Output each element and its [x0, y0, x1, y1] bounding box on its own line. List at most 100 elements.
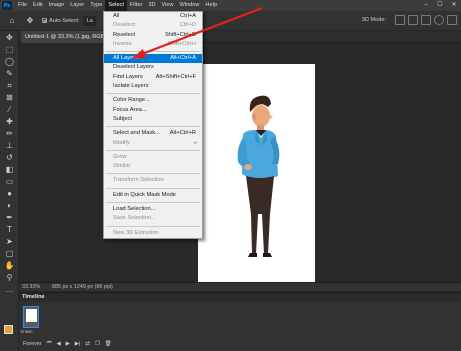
checkbox-box[interactable]: [42, 18, 47, 23]
menu-separator: [106, 93, 200, 95]
document-canvas[interactable]: [198, 64, 315, 283]
menu-item-label: Focus Area...: [113, 106, 147, 113]
lasso-tool-icon[interactable]: ◯: [4, 57, 15, 66]
eyedropper-tool-icon[interactable]: ⁄: [4, 105, 15, 114]
menu-item-label: Grow: [113, 153, 127, 160]
roll-3d-icon[interactable]: [408, 15, 418, 25]
dodge-tool-icon[interactable]: ◐: [4, 201, 15, 210]
menu-item-all-layers[interactable]: All Layers Alt+Ctrl+A: [104, 54, 202, 64]
search-icon[interactable]: [434, 15, 444, 25]
timeline-controls: Forever ⏮ ◀ ▶ ▶| ⇄ ❐ 🗑: [23, 340, 117, 347]
menu-item-deselect-layers[interactable]: Deselect Layers: [104, 63, 202, 72]
brush-tool-icon[interactable]: ✏: [4, 129, 15, 138]
blur-tool-icon[interactable]: ●: [4, 189, 15, 198]
document-info[interactable]: 885 px x 1249 px (96 ppi): [52, 284, 113, 290]
loop-select[interactable]: Forever: [23, 341, 42, 347]
more-tools-icon[interactable]: …: [4, 285, 15, 294]
menu-item-label: New 3D Extrusion: [113, 229, 159, 236]
options-bar: ⌂ ✥ Auto-Select: La 3D Mode:: [0, 11, 461, 31]
menu-item-label: Select and Mask...: [113, 130, 160, 137]
menu-edit[interactable]: Edit: [30, 0, 46, 11]
menu-item-label: Deselect: [113, 22, 136, 29]
gradient-tool-icon[interactable]: ▭: [4, 177, 15, 186]
tween-icon[interactable]: ⇄: [85, 341, 90, 347]
duplicate-frame-icon[interactable]: ❐: [95, 341, 100, 347]
pen-tool-icon[interactable]: ✒: [4, 213, 15, 222]
eraser-tool-icon[interactable]: ◧: [4, 165, 15, 174]
shape-tool-icon[interactable]: ▢: [4, 249, 15, 258]
menu-help[interactable]: Help: [202, 0, 220, 11]
menu-item-shortcut: Alt+Ctrl+A: [170, 55, 196, 62]
zoom-level[interactable]: 33.33%: [22, 284, 52, 290]
menu-item-shortcut: Shift+Ctrl+I: [167, 40, 196, 47]
history-brush-tool-icon[interactable]: ↺: [4, 153, 15, 162]
crop-tool-icon[interactable]: ⌗: [4, 81, 15, 90]
zoom-tool-icon[interactable]: ⚲: [4, 273, 15, 282]
foreground-color-swatch[interactable]: [4, 325, 13, 334]
menu-item-focus-area[interactable]: Focus Area...: [104, 106, 202, 115]
menu-separator: [106, 126, 200, 128]
auto-select-label: Auto-Select:: [49, 17, 80, 24]
menu-item-isolate-layers[interactable]: Isolate Layers: [104, 82, 202, 91]
play-icon[interactable]: ▶: [66, 341, 70, 347]
marquee-tool-icon[interactable]: ⬚: [4, 45, 15, 54]
menu-item-edit-in-quick-mask-mode[interactable]: Edit in Quick Mask Mode: [104, 191, 202, 200]
menu-window[interactable]: Window: [177, 0, 203, 11]
orbit-3d-icon[interactable]: [395, 15, 405, 25]
menu-item-all[interactable]: All Ctrl+A: [104, 12, 202, 21]
minimize-button[interactable]: –: [419, 0, 433, 11]
menu-view[interactable]: View: [158, 0, 176, 11]
menu-item-label: Transform Selection: [113, 177, 164, 184]
menu-layer[interactable]: Layer: [67, 0, 87, 11]
path-selection-tool-icon[interactable]: ➤: [4, 237, 15, 246]
menu-item-color-range[interactable]: Color Range...: [104, 96, 202, 105]
status-bar: 33.33% 885 px x 1249 px (96 ppi): [19, 282, 461, 291]
document-tab-bar: Untitled-1 @ 33.3% (1.jpg, RGB: [19, 31, 461, 43]
timeline-title[interactable]: Timeline: [19, 293, 461, 302]
home-icon[interactable]: ⌂: [6, 15, 18, 27]
move-tool-icon[interactable]: ✥: [24, 15, 36, 27]
menu-separator: [106, 225, 200, 227]
menu-item-load-selection[interactable]: Load Selection...: [104, 205, 202, 214]
menu-separator: [106, 51, 200, 53]
prev-frame-icon[interactable]: ◀: [56, 341, 60, 347]
menu-3d[interactable]: 3D: [145, 0, 158, 11]
clone-stamp-tool-icon[interactable]: ⊥: [4, 141, 15, 150]
menu-type[interactable]: Type: [87, 0, 105, 11]
close-button[interactable]: ✕: [447, 0, 461, 11]
workspace-icon[interactable]: [447, 15, 457, 25]
menu-image[interactable]: Image: [46, 0, 68, 11]
type-tool-icon[interactable]: T: [4, 225, 15, 234]
menu-file[interactable]: File: [15, 0, 30, 11]
frame-tool-icon[interactable]: ⊠: [4, 93, 15, 102]
menu-item-label: Save Selection...: [113, 215, 156, 222]
menu-select[interactable]: Select: [105, 0, 127, 11]
menu-item-label: All: [113, 13, 120, 19]
pan-3d-icon[interactable]: [421, 15, 431, 25]
menu-item-new-3d-extrusion: New 3D Extrusion: [104, 229, 202, 238]
hand-tool-icon[interactable]: ✋: [4, 261, 15, 270]
menu-item-label: Inverse: [113, 40, 132, 47]
menu-item-reselect[interactable]: Reselect Shift+Ctrl+D: [104, 31, 202, 40]
maximize-button[interactable]: ☐: [433, 0, 447, 11]
quick-select-tool-icon[interactable]: ✎: [4, 69, 15, 78]
auto-select-checkbox[interactable]: Auto-Select:: [42, 18, 79, 24]
menu-item-shortcut: Alt+Ctrl+R: [169, 130, 196, 137]
delete-frame-icon[interactable]: 🗑: [105, 341, 112, 347]
timeline-frame[interactable]: [23, 306, 39, 328]
healing-brush-tool-icon[interactable]: ✚: [4, 117, 15, 126]
first-frame-icon[interactable]: ⏮: [47, 340, 52, 347]
timeline-panel: Timeline 0 sec. Forever ⏮ ◀ ▶ ▶| ⇄ ❐ 🗑: [19, 292, 461, 351]
canvas-area[interactable]: [19, 44, 461, 283]
menu-item-label: Reselect: [113, 31, 136, 38]
menu-item-shortcut: Ctrl+D: [179, 22, 196, 29]
menu-filter[interactable]: Filter: [127, 0, 145, 11]
menu-item-select-and-mask[interactable]: Select and Mask... Alt+Ctrl+R: [104, 129, 202, 138]
move-tool-icon[interactable]: ✥: [4, 33, 15, 42]
menu-item-label: Find Layers: [113, 73, 143, 80]
next-frame-icon[interactable]: ▶|: [75, 341, 81, 347]
frame-delay[interactable]: 0 sec.: [21, 330, 34, 335]
menu-item-find-layers[interactable]: Find Layers Alt+Shift+Ctrl+F: [104, 73, 202, 82]
auto-select-target-select[interactable]: La: [83, 15, 96, 26]
menu-item-subject[interactable]: Subject: [104, 115, 202, 124]
